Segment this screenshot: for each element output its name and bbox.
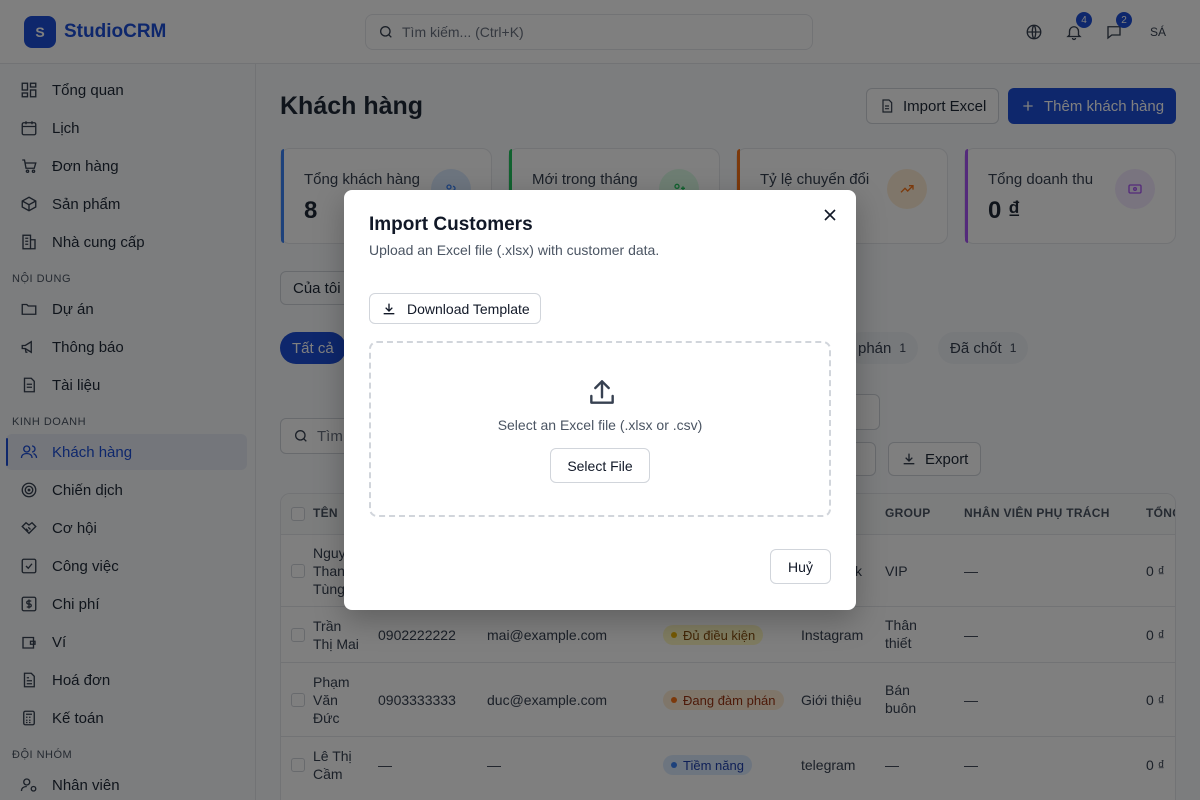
upload-icon bbox=[586, 376, 618, 408]
dropzone-text: Select an Excel file (.xlsx or .csv) bbox=[497, 417, 703, 433]
modal-title: Import Customers bbox=[369, 214, 533, 235]
download-icon bbox=[381, 301, 397, 317]
download-template-button[interactable]: Download Template bbox=[369, 293, 541, 324]
modal-description: Upload an Excel file (.xlsx) with custom… bbox=[369, 242, 660, 258]
select-file-button[interactable]: Select File bbox=[550, 448, 650, 483]
file-dropzone[interactable]: Select an Excel file (.xlsx or .csv) Sel… bbox=[369, 341, 831, 517]
close-icon bbox=[824, 209, 836, 221]
close-button[interactable] bbox=[822, 207, 838, 223]
download-template-label: Download Template bbox=[407, 300, 530, 317]
cancel-button[interactable]: Huỷ bbox=[770, 549, 831, 584]
import-customers-dialog: Import Customers Upload an Excel file (.… bbox=[344, 190, 856, 610]
